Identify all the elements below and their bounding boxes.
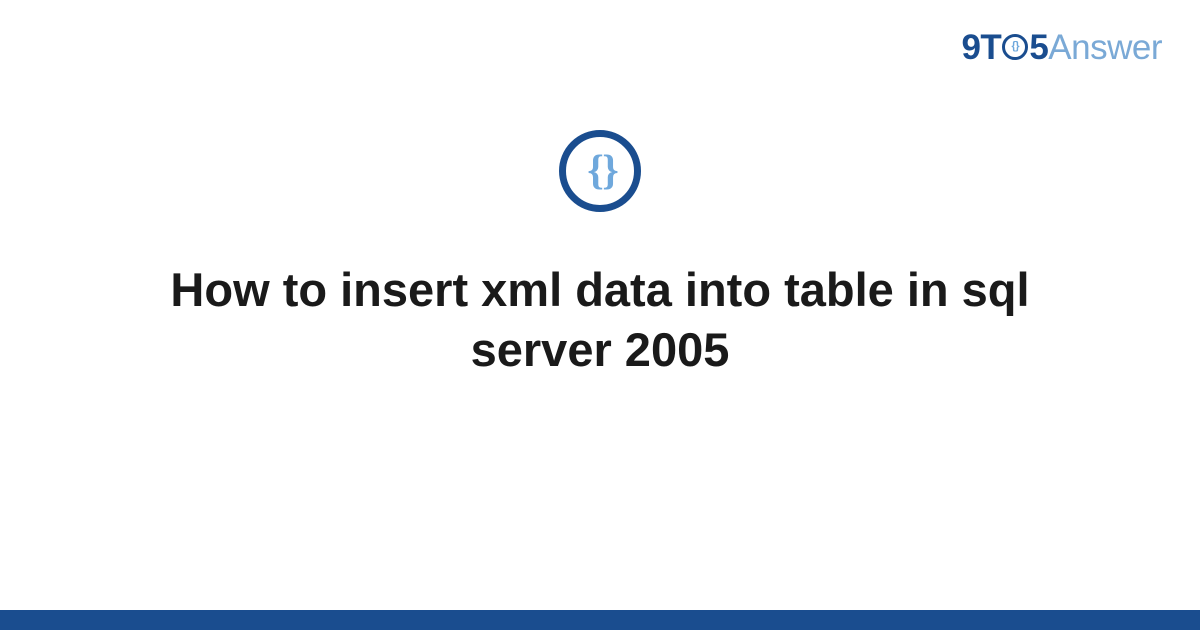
brand-o-inner: {} — [1012, 41, 1020, 52]
page-title: How to insert xml data into table in sql… — [75, 260, 1125, 380]
code-braces-icon: { } — [587, 150, 613, 192]
footer-accent-bar — [0, 610, 1200, 630]
brand-part-nine: 9 — [961, 28, 980, 67]
brand-part-five: 5 — [1029, 28, 1048, 67]
category-icon-circle: { } — [559, 130, 641, 212]
brand-part-t: T — [980, 28, 1001, 67]
main-content: { } How to insert xml data into table in… — [0, 130, 1200, 380]
brand-o-icon: {} — [1002, 34, 1028, 60]
brand-logo: 9T {} 5Answer — [961, 28, 1162, 68]
brand-part-answer: Answer — [1048, 28, 1162, 67]
